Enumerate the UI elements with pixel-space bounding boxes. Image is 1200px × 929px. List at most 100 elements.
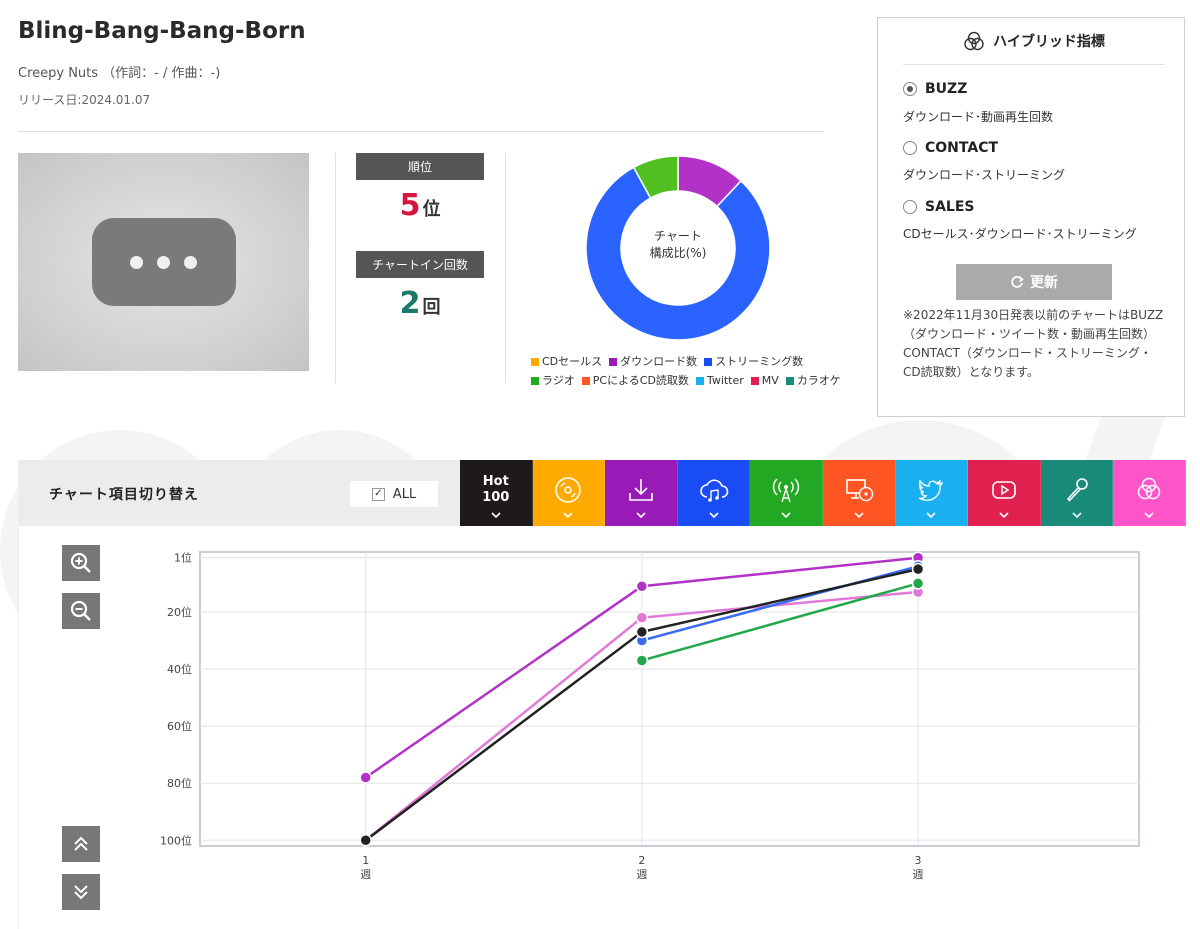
pc-cd-icon — [845, 479, 874, 502]
hot100-label: Hot 100 — [482, 474, 510, 505]
double-chevron-down-icon — [74, 885, 88, 900]
donut-legend: CDセールス ダウンロード数 ストリーミング数 ラジオ PCによるCD読取数 Twitt… — [531, 352, 861, 390]
series-point-0[interactable] — [635, 580, 649, 593]
radio-sales[interactable] — [903, 200, 917, 214]
zoom-in-button[interactable] — [62, 545, 100, 581]
zoom-out-icon — [70, 600, 91, 621]
hybrid-panel-title: ハイブリッド指標 — [993, 34, 1105, 50]
hybrid-index-panel: ハイブリッド指標 BUZZ ダウンロード･動画再生回数 CONTACT ダウンロ… — [877, 17, 1185, 417]
chart-in-count-value: 2回 — [399, 286, 441, 321]
column-divider — [505, 153, 506, 383]
y-tick-label: 80位 — [167, 776, 192, 790]
triple-circle-icon — [1137, 477, 1161, 500]
refresh-icon — [1011, 275, 1024, 288]
hybrid-option-desc: ダウンロード･動画再生回数 — [903, 110, 1054, 124]
series-point-3[interactable] — [911, 577, 925, 590]
tab-streaming[interactable] — [677, 460, 751, 526]
legend-item: ラジオ — [531, 371, 575, 390]
chevron-down-icon — [999, 512, 1009, 518]
x-tick-unit: 週 — [913, 868, 924, 881]
y-tick-label: 60位 — [167, 719, 192, 733]
hybrid-option-buzz[interactable]: BUZZ — [903, 81, 967, 97]
microphone-icon — [1066, 478, 1088, 502]
chevron-down-icon — [1071, 512, 1082, 518]
cd-icon — [555, 477, 582, 503]
tab-mv[interactable] — [968, 460, 1041, 526]
x-tick-label: 1 — [362, 854, 369, 867]
tab-pc-cd-read[interactable] — [822, 460, 896, 526]
tab-cd-sales[interactable] — [532, 460, 606, 526]
zoom-in-icon — [70, 552, 91, 573]
tab-download[interactable] — [605, 460, 678, 526]
tab-twitter[interactable] — [895, 460, 969, 526]
column-divider — [335, 153, 336, 383]
hybrid-option-sales[interactable]: SALES — [903, 199, 975, 215]
update-button[interactable]: 更新 — [956, 264, 1112, 300]
chevron-down-icon — [709, 512, 719, 518]
double-chevron-up-icon — [74, 836, 88, 851]
series-point-4[interactable] — [911, 562, 925, 576]
tab-hybrid[interactable] — [1113, 460, 1186, 526]
donut-center-label: チャート 構成比(%) — [649, 229, 707, 260]
hybrid-option-contact[interactable]: CONTACT — [903, 140, 998, 156]
check-icon[interactable]: ✓ — [371, 487, 385, 501]
x-tick-label: 3 — [915, 854, 922, 867]
chevron-down-icon — [926, 512, 936, 518]
cloud-music-icon — [699, 479, 728, 502]
y-tick-label: 100位 — [160, 833, 192, 847]
hybrid-option-desc: CDセールス･ダウンロード･ストリーミング — [903, 227, 1137, 241]
tab-radio[interactable] — [750, 460, 823, 526]
series-point-1[interactable] — [635, 611, 649, 624]
scroll-down-button[interactable] — [62, 874, 100, 910]
legend-item: Twitter — [695, 371, 744, 390]
legend-item: ダウンロード数 — [609, 352, 697, 371]
zoom-out-button[interactable] — [62, 593, 100, 629]
all-checkbox[interactable]: ✓ ALL — [350, 481, 438, 507]
series-point-3[interactable] — [635, 654, 649, 667]
rank-label: 順位 — [356, 153, 484, 180]
legend-item: ストリーミング数 — [704, 352, 803, 371]
chevron-down-icon — [636, 512, 646, 518]
chart-section: チャート項目切り替え ✓ ALL Hot100 1位 20位 40位 60位 — [18, 460, 1186, 929]
y-tick-label: 1位 — [174, 551, 192, 565]
song-title: Bling-Bang-Bang-Born — [18, 18, 306, 44]
radio-contact[interactable] — [903, 141, 917, 155]
radio-buzz[interactable] — [903, 82, 917, 96]
y-tick-label: 20位 — [167, 605, 192, 619]
series-point-0[interactable] — [359, 771, 372, 784]
header-divider — [18, 131, 824, 132]
series-point-4[interactable] — [359, 834, 372, 847]
twitter-icon — [919, 479, 944, 501]
y-tick-label: 40位 — [167, 662, 192, 676]
chevron-down-icon — [563, 512, 573, 518]
chevron-down-icon — [781, 512, 791, 518]
rank-value: 5位 — [399, 188, 441, 223]
scroll-up-button[interactable] — [62, 826, 100, 862]
video-thumbnail[interactable] — [18, 153, 309, 371]
song-credit: Creepy Nuts （作詞：- / 作曲：-) — [18, 66, 221, 81]
switcher-label: チャート項目切り替え — [49, 487, 199, 503]
radio-tower-icon — [773, 478, 800, 503]
ellipsis-play-icon[interactable] — [91, 218, 236, 306]
series-point-4[interactable] — [635, 625, 649, 639]
tab-karaoke[interactable] — [1040, 460, 1114, 526]
download-icon — [629, 479, 653, 501]
chart-in-count-label: チャートイン回数 — [356, 251, 484, 278]
chevron-down-icon — [491, 512, 501, 518]
plot-frame — [199, 551, 1140, 847]
chart-item-switcher: チャート項目切り替え ✓ ALL Hot 100 — [19, 460, 1186, 526]
legend-item: PCによるCD読取数 — [581, 371, 689, 390]
x-tick-unit: 週 — [636, 868, 647, 881]
x-tick-label: 2 — [638, 854, 645, 867]
tab-hot100[interactable]: Hot 100 — [460, 460, 533, 526]
chevron-down-icon — [854, 512, 864, 518]
chevron-down-icon — [1144, 512, 1154, 518]
legend-item: カラオケ — [785, 371, 841, 390]
hybrid-panel-header: ハイブリッド指標 — [903, 18, 1165, 65]
chart-item-tabs: Hot 100 — [460, 460, 1186, 526]
legend-item: CDセールス — [531, 352, 602, 371]
youtube-icon — [992, 481, 1016, 499]
triple-circle-icon — [964, 31, 984, 51]
legend-item: MV — [750, 371, 779, 390]
release-date: リリース日:2024.01.07 — [18, 93, 151, 107]
